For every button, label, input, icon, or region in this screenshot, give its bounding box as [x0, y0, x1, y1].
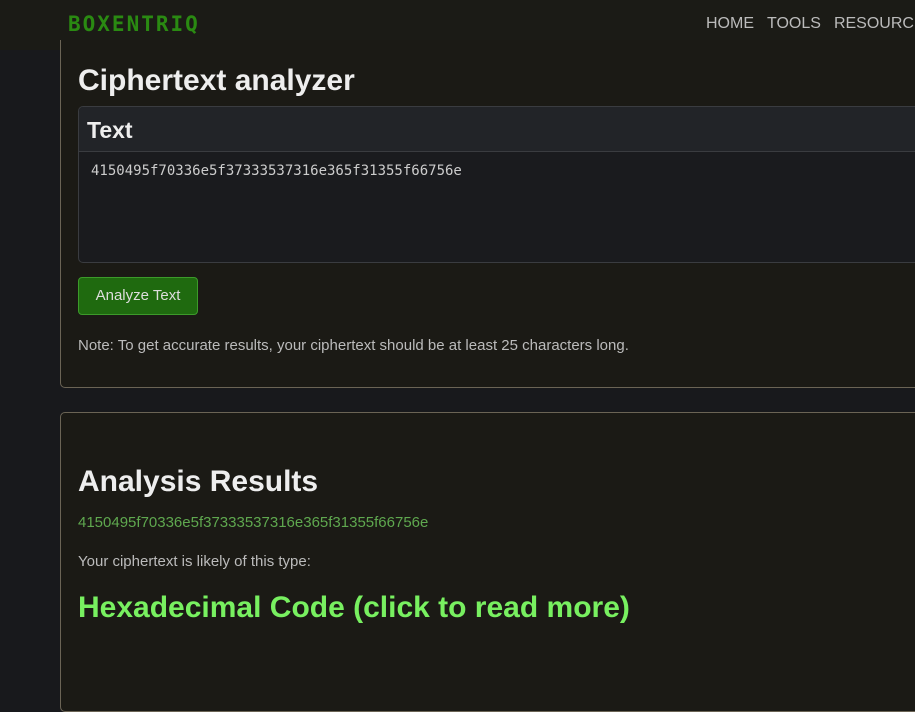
nav-resources[interactable]: RESOURCES [834, 15, 915, 32]
likely-type-label: Your ciphertext is likely of this type: [78, 553, 311, 570]
length-note: Note: To get accurate results, your ciph… [78, 337, 629, 354]
analyzer-card: Ciphertext analyzer Text 4150495f70336e5… [60, 40, 915, 388]
results-title: Analysis Results [78, 465, 319, 498]
nav-menu: HOME TOOLS RESOURCES [706, 15, 915, 33]
page-title: Ciphertext analyzer [78, 64, 355, 97]
analyzed-ciphertext: 4150495f70336e5f37333537316e365f31355f66… [78, 514, 429, 531]
nav-home[interactable]: HOME [706, 15, 754, 32]
panel-header: Text [79, 107, 915, 152]
text-panel: Text 4150495f70336e5f37333537316e365f313… [78, 106, 915, 263]
logo[interactable]: BOXENTRIQ [68, 12, 200, 36]
cipher-type-link[interactable]: Hexadecimal Code (click to read more) [78, 591, 630, 625]
ciphertext-input[interactable]: 4150495f70336e5f37333537316e365f31355f66… [91, 163, 462, 179]
nav-tools[interactable]: TOOLS [767, 15, 821, 32]
panel-title: Text [87, 117, 133, 143]
analyze-text-button[interactable]: Analyze Text [78, 277, 198, 315]
results-card: Analysis Results 4150495f70336e5f3733353… [60, 412, 915, 712]
